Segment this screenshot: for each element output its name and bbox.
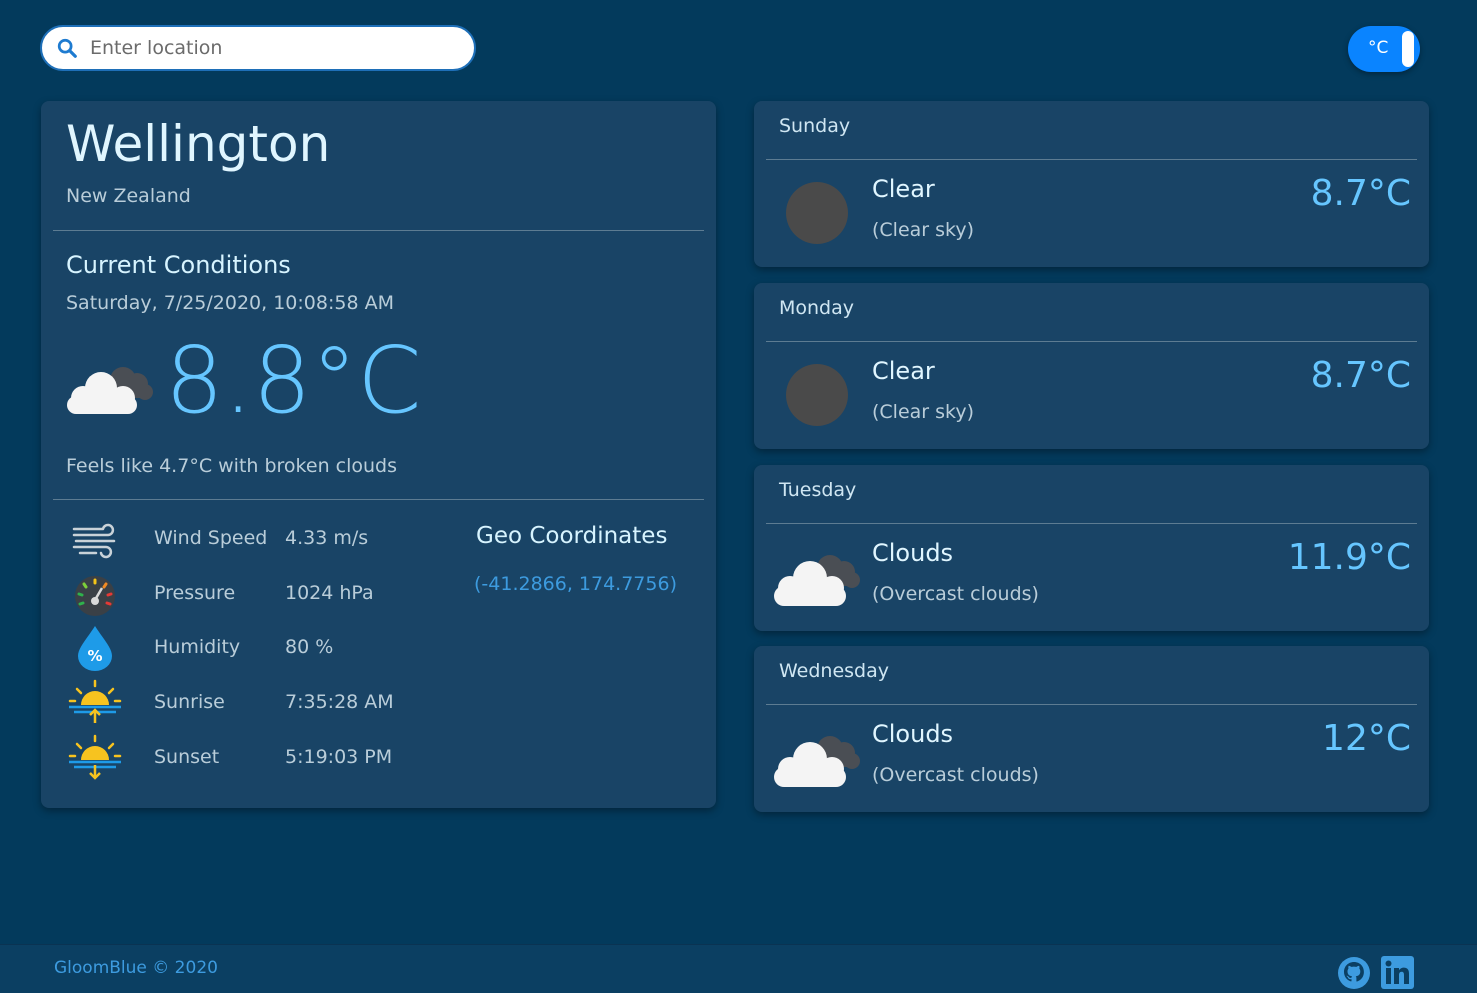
forecast-temperature: 8.7°C bbox=[1310, 173, 1411, 214]
divider bbox=[53, 499, 704, 500]
forecast-day: Monday bbox=[779, 297, 855, 319]
current-datetime: Saturday, 7/25/2020, 10:08:58 AM bbox=[66, 292, 394, 314]
geo-coordinates-title: Geo Coordinates bbox=[476, 523, 668, 549]
linkedin-icon[interactable] bbox=[1381, 956, 1414, 989]
geo-coordinates-value[interactable]: (-41.2866, 174.7756) bbox=[474, 573, 677, 595]
divider bbox=[53, 230, 704, 231]
forecast-day: Wednesday bbox=[779, 660, 890, 682]
gauge-icon bbox=[75, 576, 115, 616]
overcast-clouds-icon bbox=[774, 736, 860, 787]
stat-value: 1024 hPa bbox=[285, 582, 374, 604]
country-name: New Zealand bbox=[66, 185, 191, 207]
forecast-card-tuesday: Tuesday Clouds (Overcast clouds) 11.9°C bbox=[754, 465, 1429, 631]
stat-pressure: Pressure 1024 hPa bbox=[66, 570, 446, 620]
stat-sunset: Sunset 5:19:03 PM bbox=[66, 734, 446, 784]
stat-value: 5:19:03 PM bbox=[285, 746, 393, 768]
stat-sunrise: Sunrise 7:35:28 AM bbox=[66, 679, 446, 729]
sunrise-icon bbox=[68, 679, 122, 723]
forecast-day: Tuesday bbox=[779, 479, 857, 501]
toggle-knob[interactable] bbox=[1402, 31, 1414, 67]
svg-text:%: % bbox=[87, 647, 102, 665]
forecast-temperature: 8.7°C bbox=[1310, 355, 1411, 396]
stat-label: Sunset bbox=[154, 746, 220, 768]
stat-label: Pressure bbox=[154, 582, 236, 604]
footer-brand: GloomBlue © 2020 bbox=[54, 958, 218, 978]
footer: GloomBlue © 2020 bbox=[0, 944, 1477, 993]
divider bbox=[766, 523, 1417, 524]
wind-icon bbox=[72, 523, 116, 559]
forecast-description: (Overcast clouds) bbox=[872, 764, 1039, 786]
divider bbox=[766, 159, 1417, 160]
stat-label: Sunrise bbox=[154, 691, 225, 713]
forecast-day: Sunday bbox=[779, 115, 851, 137]
unit-toggle-label: °C bbox=[1368, 38, 1389, 58]
forecast-card-wednesday: Wednesday Clouds (Overcast clouds) 12°C bbox=[754, 646, 1429, 812]
forecast-card-monday: Monday Clear (Clear sky) 8.7°C bbox=[754, 283, 1429, 449]
stat-value: 7:35:28 AM bbox=[285, 691, 394, 713]
sunset-icon bbox=[68, 734, 122, 780]
divider bbox=[766, 341, 1417, 342]
forecast-description: (Overcast clouds) bbox=[872, 583, 1039, 605]
clear-night-moon-icon bbox=[786, 364, 848, 426]
current-conditions-title: Current Conditions bbox=[66, 251, 291, 279]
current-temperature: 8.8°C bbox=[165, 327, 422, 434]
feels-like-text: Feels like 4.7°C with broken clouds bbox=[66, 455, 397, 477]
search-bar[interactable] bbox=[40, 25, 476, 71]
stat-value: 4.33 m/s bbox=[285, 527, 369, 549]
unit-toggle[interactable]: °C bbox=[1348, 26, 1420, 72]
forecast-card-sunday: Sunday Clear (Clear sky) 8.7°C bbox=[754, 101, 1429, 267]
city-name: Wellington bbox=[66, 115, 331, 173]
forecast-description: (Clear sky) bbox=[872, 219, 975, 241]
current-weather-card: Wellington New Zealand Current Condition… bbox=[41, 101, 716, 808]
forecast-description: (Clear sky) bbox=[872, 401, 975, 423]
divider bbox=[766, 704, 1417, 705]
stat-humidity: % Humidity 80 % bbox=[66, 624, 446, 674]
forecast-temperature: 12°C bbox=[1322, 718, 1411, 759]
forecast-condition: Clear bbox=[872, 175, 935, 203]
stat-value: 80 % bbox=[285, 636, 334, 658]
overcast-clouds-icon bbox=[774, 555, 860, 606]
forecast-condition: Clouds bbox=[872, 539, 954, 567]
forecast-condition: Clouds bbox=[872, 720, 954, 748]
search-input[interactable] bbox=[88, 36, 452, 60]
stat-label: Humidity bbox=[154, 636, 241, 658]
github-icon[interactable] bbox=[1337, 956, 1371, 990]
stat-label: Wind Speed bbox=[154, 527, 268, 549]
stat-wind-speed: Wind Speed 4.33 m/s bbox=[66, 515, 446, 565]
forecast-temperature: 11.9°C bbox=[1287, 537, 1411, 578]
broken-clouds-icon bbox=[67, 367, 153, 414]
forecast-condition: Clear bbox=[872, 357, 935, 385]
clear-night-moon-icon bbox=[786, 182, 848, 244]
humidity-drop-icon: % bbox=[78, 626, 112, 671]
search-icon bbox=[57, 38, 77, 58]
